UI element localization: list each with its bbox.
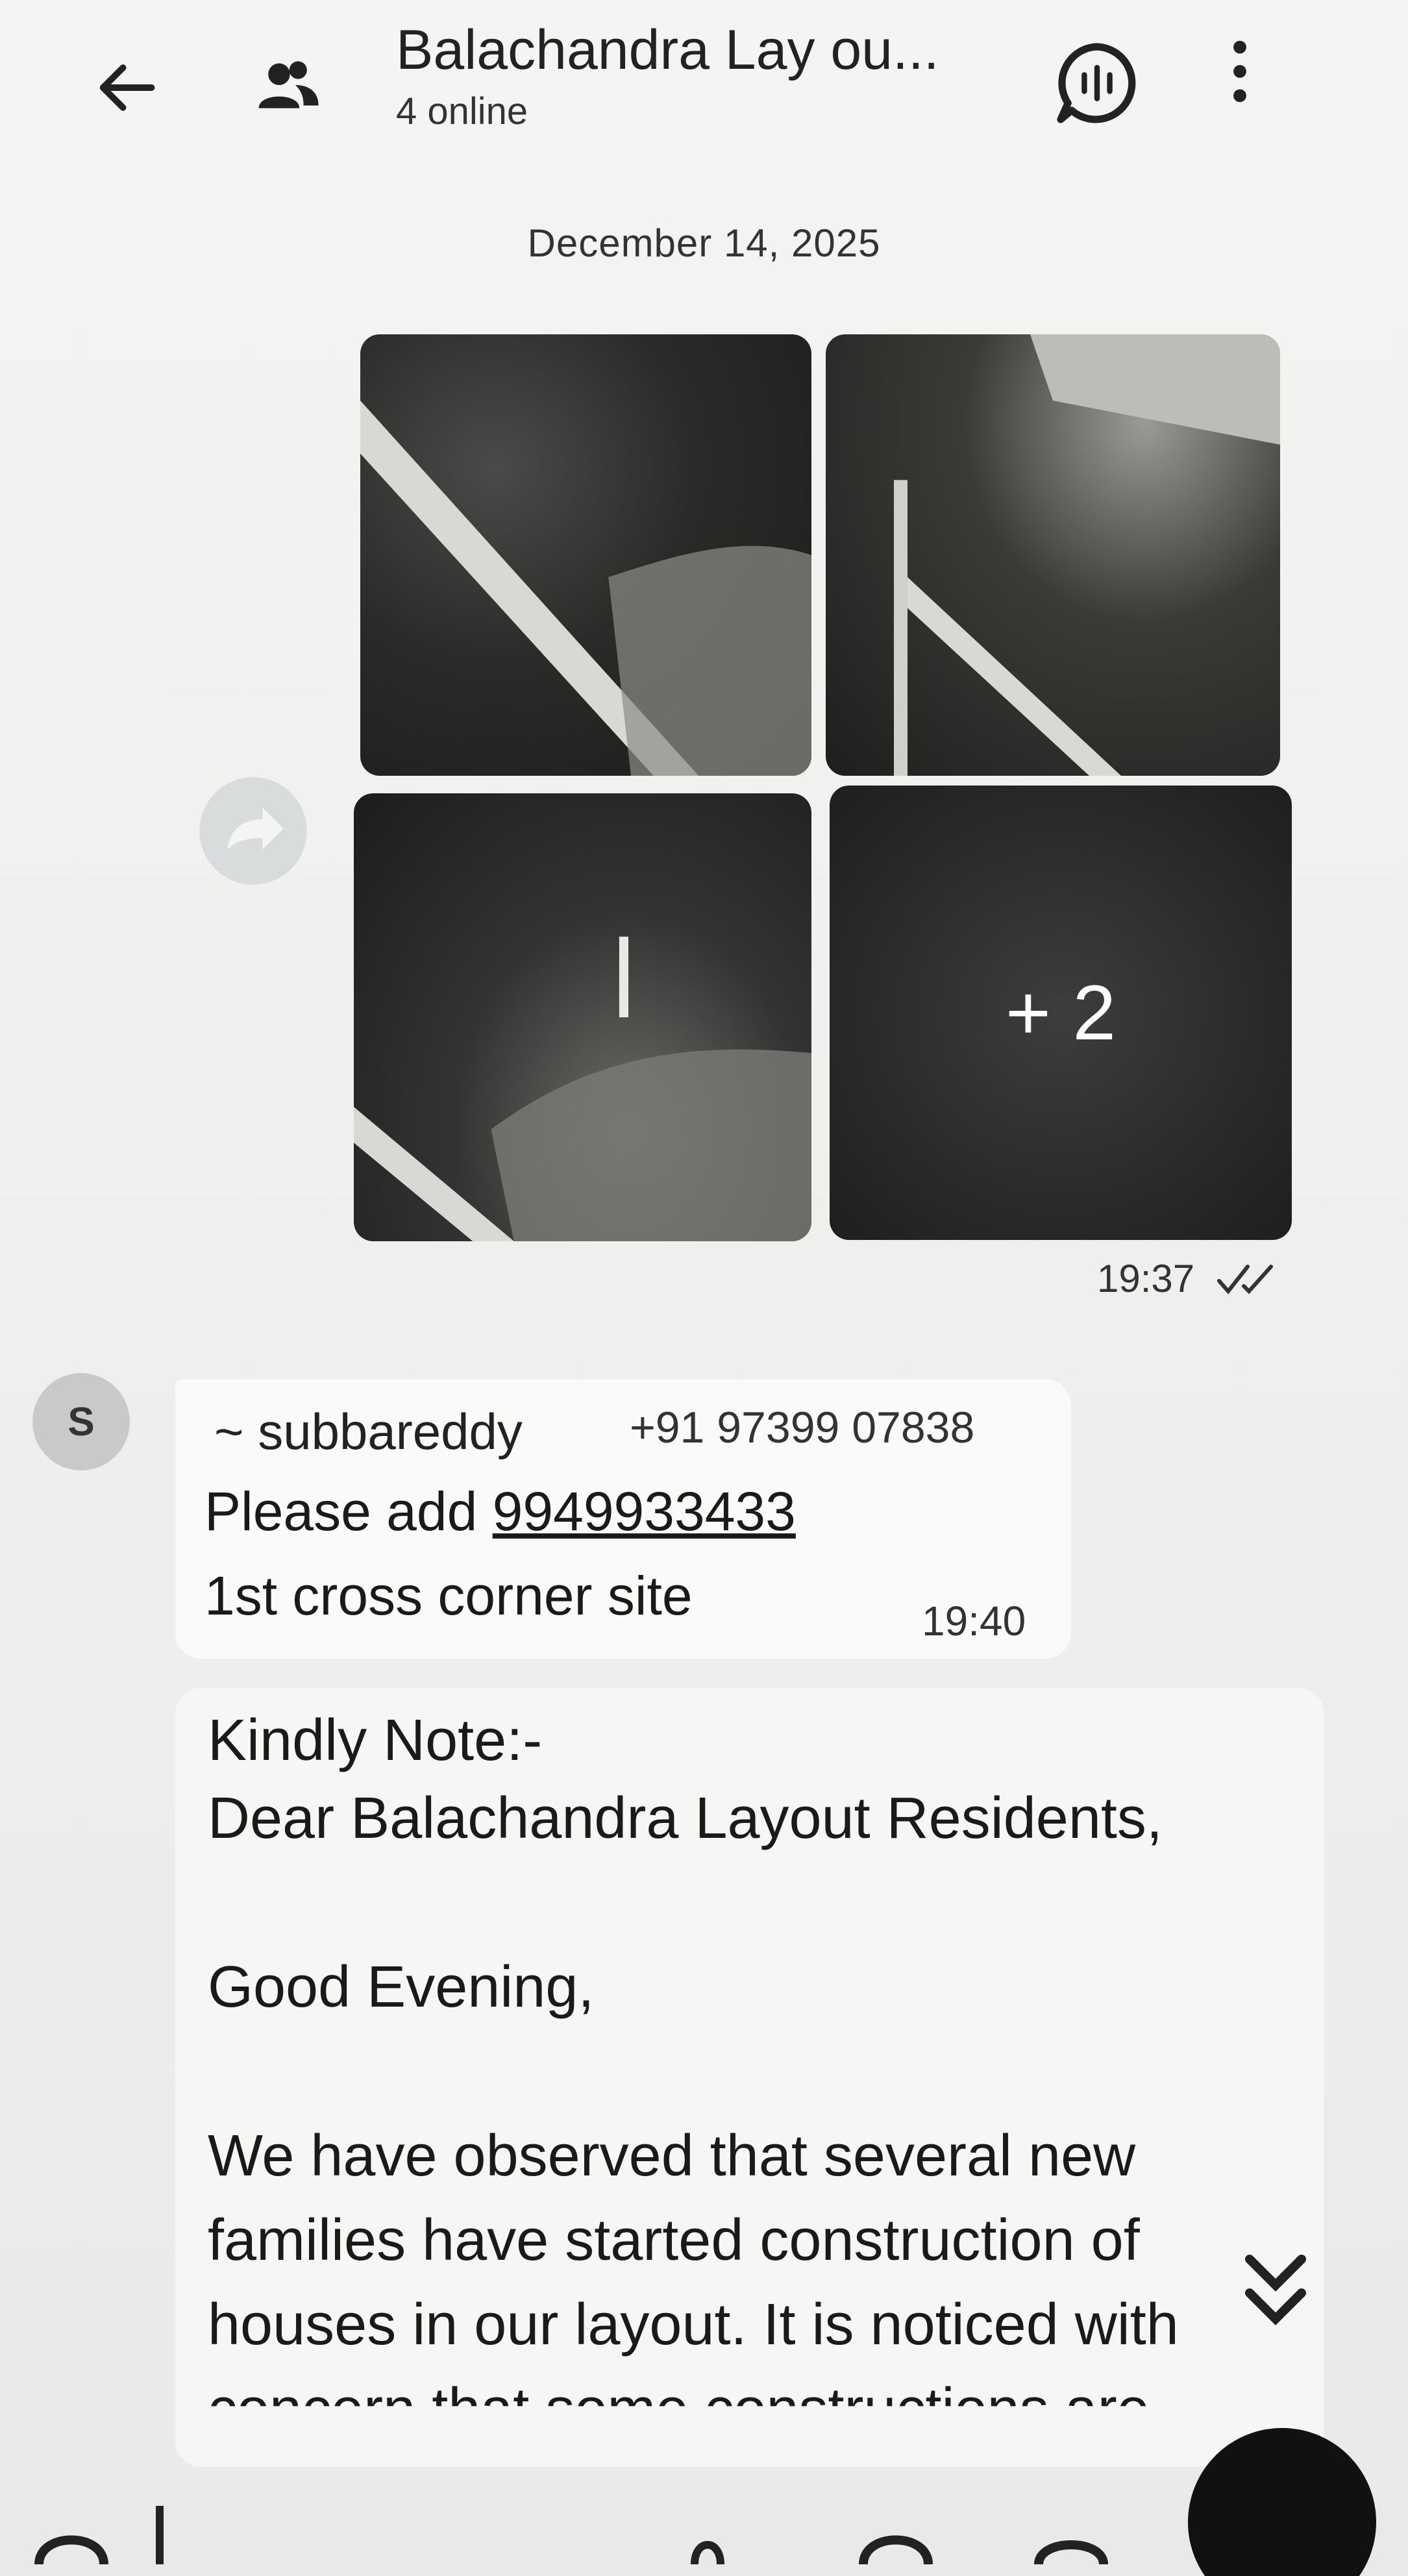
more-photos-count: + 2 bbox=[1005, 969, 1117, 1056]
message-text: Please add bbox=[204, 1481, 493, 1542]
message-time: 19:40 bbox=[922, 1598, 1026, 1644]
photo-thumbnail-2[interactable] bbox=[826, 334, 1280, 776]
photo-thumbnail-3[interactable] bbox=[354, 793, 811, 1241]
message-text-line: Please add 9949933433 bbox=[204, 1480, 796, 1543]
date-divider: December 14, 2025 bbox=[527, 221, 881, 265]
photo-thumbnail-more[interactable]: + 2 bbox=[830, 786, 1292, 1240]
group-icon[interactable] bbox=[253, 55, 321, 114]
back-arrow-icon[interactable] bbox=[91, 52, 162, 123]
notice-line: Kindly Note:- bbox=[208, 1708, 543, 1773]
chat-header: Balachandra Lay ou... 4 online bbox=[0, 0, 1408, 162]
phone-link[interactable]: 9949933433 bbox=[493, 1481, 796, 1542]
double-check-icon bbox=[1217, 1265, 1273, 1294]
chat-title[interactable]: Balachandra Lay ou... bbox=[396, 18, 1045, 82]
sender-phone[interactable]: +91 97399 07838 bbox=[630, 1402, 974, 1453]
forward-icon[interactable] bbox=[195, 773, 312, 889]
online-status: 4 online bbox=[396, 90, 528, 132]
notice-line: families have started construction of bbox=[208, 2208, 1140, 2273]
notice-line: Dear Balachandra Layout Residents, bbox=[208, 1786, 1163, 1851]
avatar[interactable]: S bbox=[32, 1373, 130, 1470]
chat-screen: Balachandra Lay ou... 4 online December … bbox=[0, 0, 1408, 2576]
notice-line: Good Evening, bbox=[208, 1955, 595, 2020]
photo-thumbnail-1[interactable] bbox=[360, 334, 811, 776]
sender-name[interactable]: ~ subbareddy bbox=[214, 1402, 523, 1461]
notice-line: houses in our layout. It is noticed with bbox=[208, 2292, 1179, 2357]
scroll-to-bottom-icon[interactable] bbox=[1237, 2246, 1315, 2337]
message-text-line-2: 1st cross corner site bbox=[204, 1565, 693, 1626]
message-time: 19:37 bbox=[1097, 1257, 1195, 1300]
more-vert-icon[interactable] bbox=[1220, 36, 1259, 107]
notice-line: We have observed that several new bbox=[208, 2124, 1136, 2188]
voice-chat-icon[interactable] bbox=[1052, 38, 1142, 129]
